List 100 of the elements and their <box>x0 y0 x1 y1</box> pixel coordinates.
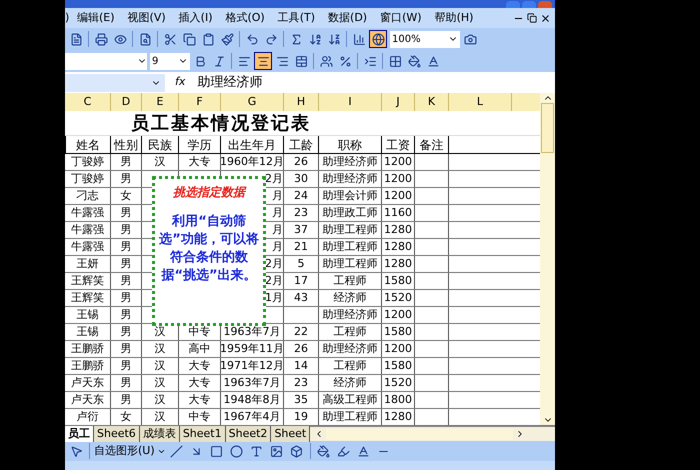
header-cell: 出生年月 <box>221 136 284 153</box>
header-cell: 姓名 <box>65 136 111 153</box>
table-cell: 男 <box>111 222 142 238</box>
menu-item[interactable]: 帮助(H) <box>434 10 474 26</box>
table-cell: 助理经济师 <box>319 171 382 187</box>
table-cell: 卢天东 <box>65 375 111 391</box>
column-header[interactable]: L <box>449 93 512 111</box>
table-cell: 24 <box>284 188 319 204</box>
menu-item[interactable]: 插入(I) <box>178 10 212 26</box>
table-cell: 22 <box>284 324 319 340</box>
table-cell: 23 <box>284 205 319 221</box>
menu-item[interactable]: 编辑(E) <box>77 10 115 26</box>
table-cell: 男 <box>111 341 142 357</box>
table-cell: 汉 <box>142 392 179 408</box>
table-cell: 男 <box>111 392 142 408</box>
menu-item[interactable]: 工具(T) <box>278 10 316 26</box>
table-cell: 1280 <box>382 409 415 425</box>
menu-item[interactable]: 视图(V) <box>128 10 166 26</box>
table-cell: 助理会计师 <box>319 188 382 204</box>
column-header[interactable]: H <box>284 93 319 111</box>
sheet-title: 员工基本情况登记表 <box>131 112 311 136</box>
table-cell: 1959年11月 <box>221 341 284 357</box>
table-cell: 经济师 <box>319 375 382 391</box>
sheet-tab[interactable]: Sheet <box>271 426 310 442</box>
table-cell: 大专 <box>179 392 221 408</box>
table-cell: 1280 <box>382 256 415 272</box>
column-header[interactable]: D <box>111 93 142 111</box>
table-cell: 高中 <box>179 341 221 357</box>
table-cell: 汉 <box>142 341 179 357</box>
table-cell: 23 <box>284 375 319 391</box>
table-cell: 男 <box>111 171 142 187</box>
table-cell: 男 <box>111 324 142 340</box>
table-cell: 男 <box>111 290 142 306</box>
table-cell: 1200 <box>382 341 415 357</box>
table-cell: 王鹏骄 <box>65 358 111 374</box>
table-cell: 26 <box>284 341 319 357</box>
sheet-tab[interactable]: 成绩表 <box>140 426 180 442</box>
function-label[interactable]: fx <box>175 74 186 91</box>
table-cell: 汉 <box>142 358 179 374</box>
table-cell: 30 <box>284 171 319 187</box>
menu-item[interactable]: 窗口(W) <box>380 10 422 26</box>
header-cell: 工资 <box>382 136 415 153</box>
table-cell: 王锡 <box>65 324 111 340</box>
autoshapes-menu[interactable]: 自选图形(U) <box>94 442 155 460</box>
table-cell: 王鹏骄 <box>65 341 111 357</box>
sheet-tab[interactable]: Sheet2 <box>226 426 272 442</box>
menu-item[interactable]: 数据(D) <box>328 10 368 26</box>
table-cell: 1200 <box>382 171 415 187</box>
table-cell: 牛露强 <box>65 205 111 221</box>
formula-field[interactable]: 助理经济师 <box>197 72 262 92</box>
column-header[interactable]: E <box>142 93 179 111</box>
table-cell: 汉 <box>142 375 179 391</box>
table-cell: 17 <box>284 273 319 289</box>
table-cell: 工程师 <box>319 273 382 289</box>
table-cell: 1580 <box>382 324 415 340</box>
column-header[interactable]: K <box>415 93 449 111</box>
table-cell: 1948年8月 <box>221 392 284 408</box>
table-cell: 高级工程师 <box>319 392 382 408</box>
table-cell: 35 <box>284 392 319 408</box>
table-cell: 王锡 <box>65 307 111 323</box>
column-header[interactable]: F <box>179 93 221 111</box>
table-cell: 5 <box>284 256 319 272</box>
table-cell: 19 <box>284 409 319 425</box>
column-header[interactable]: C <box>65 93 111 111</box>
table-cell: 1800 <box>382 392 415 408</box>
table-cell: 男 <box>111 239 142 255</box>
table-cell: 1160 <box>382 205 415 221</box>
table-cell: 助理经济师 <box>319 307 382 323</box>
table-cell: 1963年7月 <box>221 375 284 391</box>
table-cell: 汉 <box>142 154 179 170</box>
font-size-field[interactable]: 9 <box>150 52 190 70</box>
column-header[interactable]: I <box>319 93 382 111</box>
column-header[interactable]: G <box>221 93 284 111</box>
zoom-field[interactable]: 100% <box>390 30 460 48</box>
table-cell: 经济师 <box>319 290 382 306</box>
sheet-tab[interactable]: Sheet6 <box>94 426 140 442</box>
header-cell: 性别 <box>111 136 142 153</box>
table-cell: 14 <box>284 358 319 374</box>
table-cell: 工程师 <box>319 324 382 340</box>
table-cell: 1520 <box>382 290 415 306</box>
table-cell: 助理经济师 <box>319 341 382 357</box>
header-cell: 备注 <box>415 136 449 153</box>
table-cell: 女 <box>111 409 142 425</box>
table-cell: 43 <box>284 290 319 306</box>
table-cell: 大专 <box>179 358 221 374</box>
menu-item[interactable]: ) <box>65 10 77 26</box>
table-cell: 1580 <box>382 273 415 289</box>
sheet-tab[interactable]: Sheet1 <box>180 426 226 442</box>
table-cell: 助理工程师 <box>319 222 382 238</box>
table-cell: 中专 <box>179 409 221 425</box>
table-cell: 1200 <box>382 307 415 323</box>
table-cell: 牛露强 <box>65 239 111 255</box>
table-cell: 1280 <box>382 222 415 238</box>
table-cell: 助理经济师 <box>319 154 382 170</box>
column-header[interactable]: J <box>382 93 415 111</box>
table-cell: 男 <box>111 205 142 221</box>
table-cell: 男 <box>111 154 142 170</box>
sheet-tab[interactable]: 员工 <box>65 426 94 442</box>
header-cell: 工龄 <box>284 136 319 153</box>
menu-item[interactable]: 格式(O) <box>225 10 265 26</box>
